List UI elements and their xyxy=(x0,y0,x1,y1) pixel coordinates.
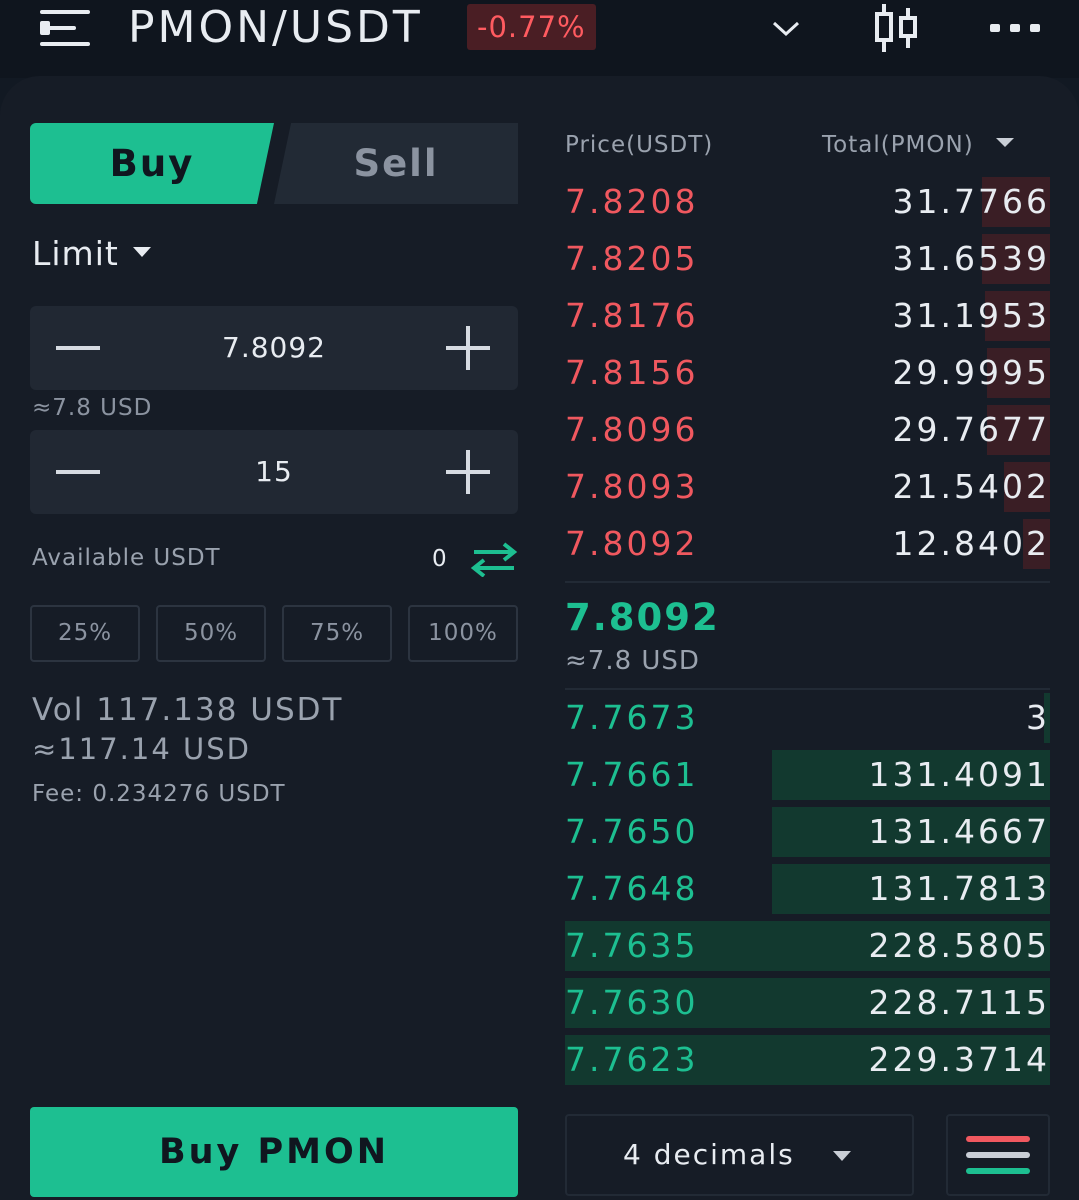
bid-price: 7.7623 xyxy=(565,1040,699,1079)
bid-total: 131.7813 xyxy=(868,869,1050,908)
bid-row[interactable]: 7.7648 131.7813 xyxy=(565,864,1050,914)
amount-stepper: 15 xyxy=(30,430,518,514)
bid-price: 7.7648 xyxy=(565,869,699,908)
ask-price: 7.8096 xyxy=(565,410,699,449)
price-minus-button[interactable] xyxy=(56,306,102,390)
top-bar: PMON/USDT -0.77% xyxy=(0,0,1079,78)
ask-row[interactable]: 7.8208 31.7766 xyxy=(565,177,1050,227)
bid-price: 7.7661 xyxy=(565,755,699,794)
buy-submit-button[interactable]: Buy PMON xyxy=(30,1107,518,1197)
bid-row[interactable]: 7.7630 228.7115 xyxy=(565,978,1050,1028)
menu-icon[interactable] xyxy=(40,10,92,48)
orderbook-total-header[interactable]: Total(PMON) xyxy=(822,132,1014,158)
ask-total: 12.8402 xyxy=(892,524,1050,563)
tab-buy[interactable]: Buy xyxy=(30,123,274,204)
available-label: Available USDT xyxy=(32,545,221,571)
ask-row[interactable]: 7.8092 12.8402 xyxy=(565,519,1050,569)
ask-row[interactable]: 7.8176 31.1953 xyxy=(565,291,1050,341)
ask-total: 31.6539 xyxy=(892,239,1050,278)
ask-price: 7.8092 xyxy=(565,524,699,563)
pair-title[interactable]: PMON/USDT xyxy=(128,2,423,53)
bid-price: 7.7650 xyxy=(565,812,699,851)
bid-row[interactable]: 7.7661 131.4091 xyxy=(565,750,1050,800)
last-price: 7.8092 xyxy=(565,596,720,639)
volume-usdt: Vol 117.138 USDT xyxy=(32,692,344,728)
chevron-down-icon[interactable] xyxy=(770,16,802,40)
orderbook-layout-icon[interactable] xyxy=(946,1114,1050,1196)
ask-price: 7.8093 xyxy=(565,467,699,506)
bid-total: 3 xyxy=(1026,698,1050,737)
bid-total: 228.5805 xyxy=(868,926,1050,965)
decimals-label: 4 decimals xyxy=(623,1138,795,1171)
percent-25-button[interactable]: 25% xyxy=(30,605,140,662)
price-stepper: 7.8092 xyxy=(30,306,518,390)
bid-row[interactable]: 7.7635 228.5805 xyxy=(565,921,1050,971)
price-plus-button[interactable] xyxy=(446,306,492,390)
amount-minus-button[interactable] xyxy=(56,430,102,514)
ask-row[interactable]: 7.8093 21.5402 xyxy=(565,462,1050,512)
ask-price: 7.8176 xyxy=(565,296,699,335)
bid-price: 7.7635 xyxy=(565,926,699,965)
caret-down-icon xyxy=(132,246,151,257)
percent-100-button[interactable]: 100% xyxy=(408,605,518,662)
bid-total: 229.3714 xyxy=(868,1040,1050,1079)
more-icon[interactable] xyxy=(986,24,1042,34)
bid-price: 7.7673 xyxy=(565,698,699,737)
orderbook-price-header: Price(USDT) xyxy=(565,132,714,158)
volume-usd: ≈117.14 USD xyxy=(32,732,251,766)
ask-row[interactable]: 7.8205 31.6539 xyxy=(565,234,1050,284)
orderbook-total-label: Total(PMON) xyxy=(822,132,974,158)
ask-price: 7.8156 xyxy=(565,353,699,392)
divider xyxy=(565,581,1050,583)
price-input[interactable]: 7.8092 xyxy=(120,306,428,390)
divider xyxy=(565,688,1050,690)
bid-row[interactable]: 7.7673 3 xyxy=(565,693,1050,743)
bid-total: 228.7115 xyxy=(868,983,1050,1022)
order-type-label: Limit xyxy=(32,234,119,273)
ask-total: 31.7766 xyxy=(892,182,1050,221)
percent-50-button[interactable]: 50% xyxy=(156,605,266,662)
ask-total: 29.7677 xyxy=(892,410,1050,449)
amount-input[interactable]: 15 xyxy=(120,430,428,514)
ask-row[interactable]: 7.8156 29.9995 xyxy=(565,348,1050,398)
ask-total: 31.1953 xyxy=(892,296,1050,335)
decimals-select[interactable]: 4 decimals xyxy=(565,1114,914,1196)
bid-total: 131.4667 xyxy=(868,812,1050,851)
amount-plus-button[interactable] xyxy=(446,430,492,514)
price-change-badge: -0.77% xyxy=(467,4,596,50)
ask-price: 7.8208 xyxy=(565,182,699,221)
ask-price: 7.8205 xyxy=(565,239,699,278)
bid-row[interactable]: 7.7623 229.3714 xyxy=(565,1035,1050,1085)
bid-row[interactable]: 7.7650 131.4667 xyxy=(565,807,1050,857)
available-value: 0 xyxy=(432,546,447,572)
transfer-icon[interactable] xyxy=(470,541,518,577)
last-price-usd: ≈7.8 USD xyxy=(565,646,700,676)
ask-row[interactable]: 7.8096 29.7677 xyxy=(565,405,1050,455)
tab-sell[interactable]: Sell xyxy=(274,123,518,204)
candlestick-icon[interactable] xyxy=(872,2,922,54)
ask-total: 21.5402 xyxy=(892,467,1050,506)
fee-text: Fee: 0.234276 USDT xyxy=(32,781,286,807)
ask-total: 29.9995 xyxy=(892,353,1050,392)
price-approx-usd: ≈7.8 USD xyxy=(32,395,153,421)
order-type-select[interactable]: Limit xyxy=(32,234,151,273)
percent-75-button[interactable]: 75% xyxy=(282,605,392,662)
caret-down-icon xyxy=(995,138,1014,147)
caret-down-icon xyxy=(833,1151,851,1161)
bid-price: 7.7630 xyxy=(565,983,699,1022)
bid-total: 131.4091 xyxy=(868,755,1050,794)
